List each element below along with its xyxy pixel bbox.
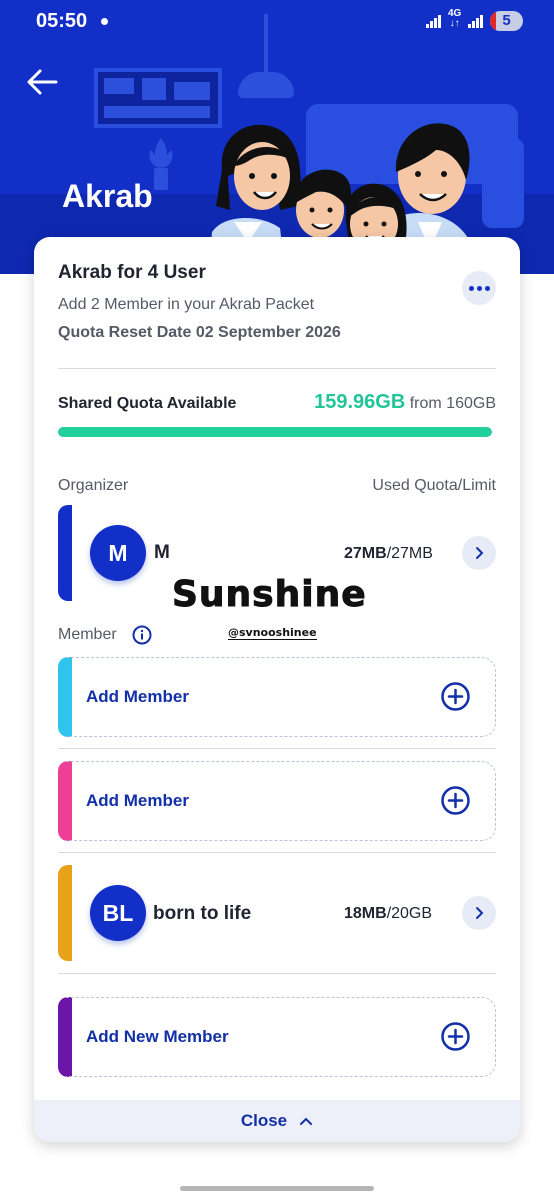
status-time: 05:50 [36, 10, 88, 32]
avatar: BL [90, 885, 146, 941]
back-button[interactable] [22, 62, 62, 102]
akrab-package-card: Akrab for 4 User Add 2 Member in your Ak… [34, 237, 520, 1142]
shared-quota-label: Shared Quota Available [58, 395, 237, 412]
home-indicator[interactable] [180, 1186, 374, 1191]
divider [58, 973, 496, 974]
organizer-quota: 27MB/27MB [344, 545, 433, 562]
chevron-up-icon [300, 1117, 313, 1125]
arrow-left-icon [27, 69, 58, 95]
battery-icon: 5 [490, 11, 523, 31]
info-icon[interactable] [132, 625, 152, 645]
shared-quota-value: 159.96GB from 160GB [314, 391, 496, 413]
chevron-right-icon [476, 907, 484, 919]
page-title: Akrab [62, 178, 153, 214]
more-horizontal-icon [468, 285, 474, 291]
plus-circle-icon[interactable] [441, 786, 470, 815]
signal-icon [426, 15, 441, 28]
watermark-sticker: Sunshine @svnooshinee [166, 572, 396, 646]
chevron-right-icon [476, 547, 484, 559]
close-label: Close [240, 1111, 288, 1130]
member-detail-button[interactable] [462, 896, 496, 930]
close-button[interactable]: Close [34, 1100, 520, 1142]
member-row-born-to-life[interactable]: BL born to life 18MB/20GB [58, 865, 496, 961]
package-subtitle: Add 2 Member in your Akrab Packet [58, 296, 315, 313]
quota-reset-date: Quota Reset Date 02 September 2026 [58, 324, 341, 341]
organizer-name: M [154, 542, 170, 563]
network-type: 4G ↓↑ [448, 8, 462, 29]
add-new-member-label: Add New Member [86, 1027, 229, 1046]
organizer-detail-button[interactable] [462, 536, 496, 570]
lamp-illustration [238, 72, 294, 98]
sticker-title: Sunshine [172, 574, 367, 616]
organizer-label: Organizer [58, 477, 129, 494]
member-name: born to life [153, 903, 252, 924]
avatar: M [90, 525, 146, 581]
notification-dot-icon [101, 18, 108, 25]
add-member-slot-2[interactable]: Add Member [58, 761, 496, 841]
add-new-member-slot[interactable]: Add New Member [58, 997, 496, 1077]
signal-icon [468, 15, 483, 28]
organizer-accent [58, 505, 72, 601]
status-bar: 05:50 4G ↓↑ 5 [0, 0, 554, 44]
sticker-handle: @svnooshinee [228, 626, 317, 640]
member-label: Member [58, 626, 117, 643]
plus-circle-icon[interactable] [441, 1022, 470, 1051]
member-quota: 18MB/20GB [344, 905, 433, 922]
used-quota-limit-label: Used Quota/Limit [372, 477, 496, 494]
add-member-label: Add Member [86, 687, 189, 706]
divider [58, 852, 496, 853]
add-member-label: Add Member [86, 791, 189, 810]
more-options-button[interactable] [462, 271, 496, 305]
plus-circle-icon[interactable] [441, 682, 470, 711]
add-member-slot-1[interactable]: Add Member [58, 657, 496, 737]
slot-accent [58, 865, 72, 961]
package-title: Akrab for 4 User [58, 262, 206, 283]
divider [58, 748, 496, 749]
shared-quota-progress-fill [58, 427, 492, 437]
shared-quota-progress-bar [58, 427, 492, 437]
divider [58, 368, 496, 369]
